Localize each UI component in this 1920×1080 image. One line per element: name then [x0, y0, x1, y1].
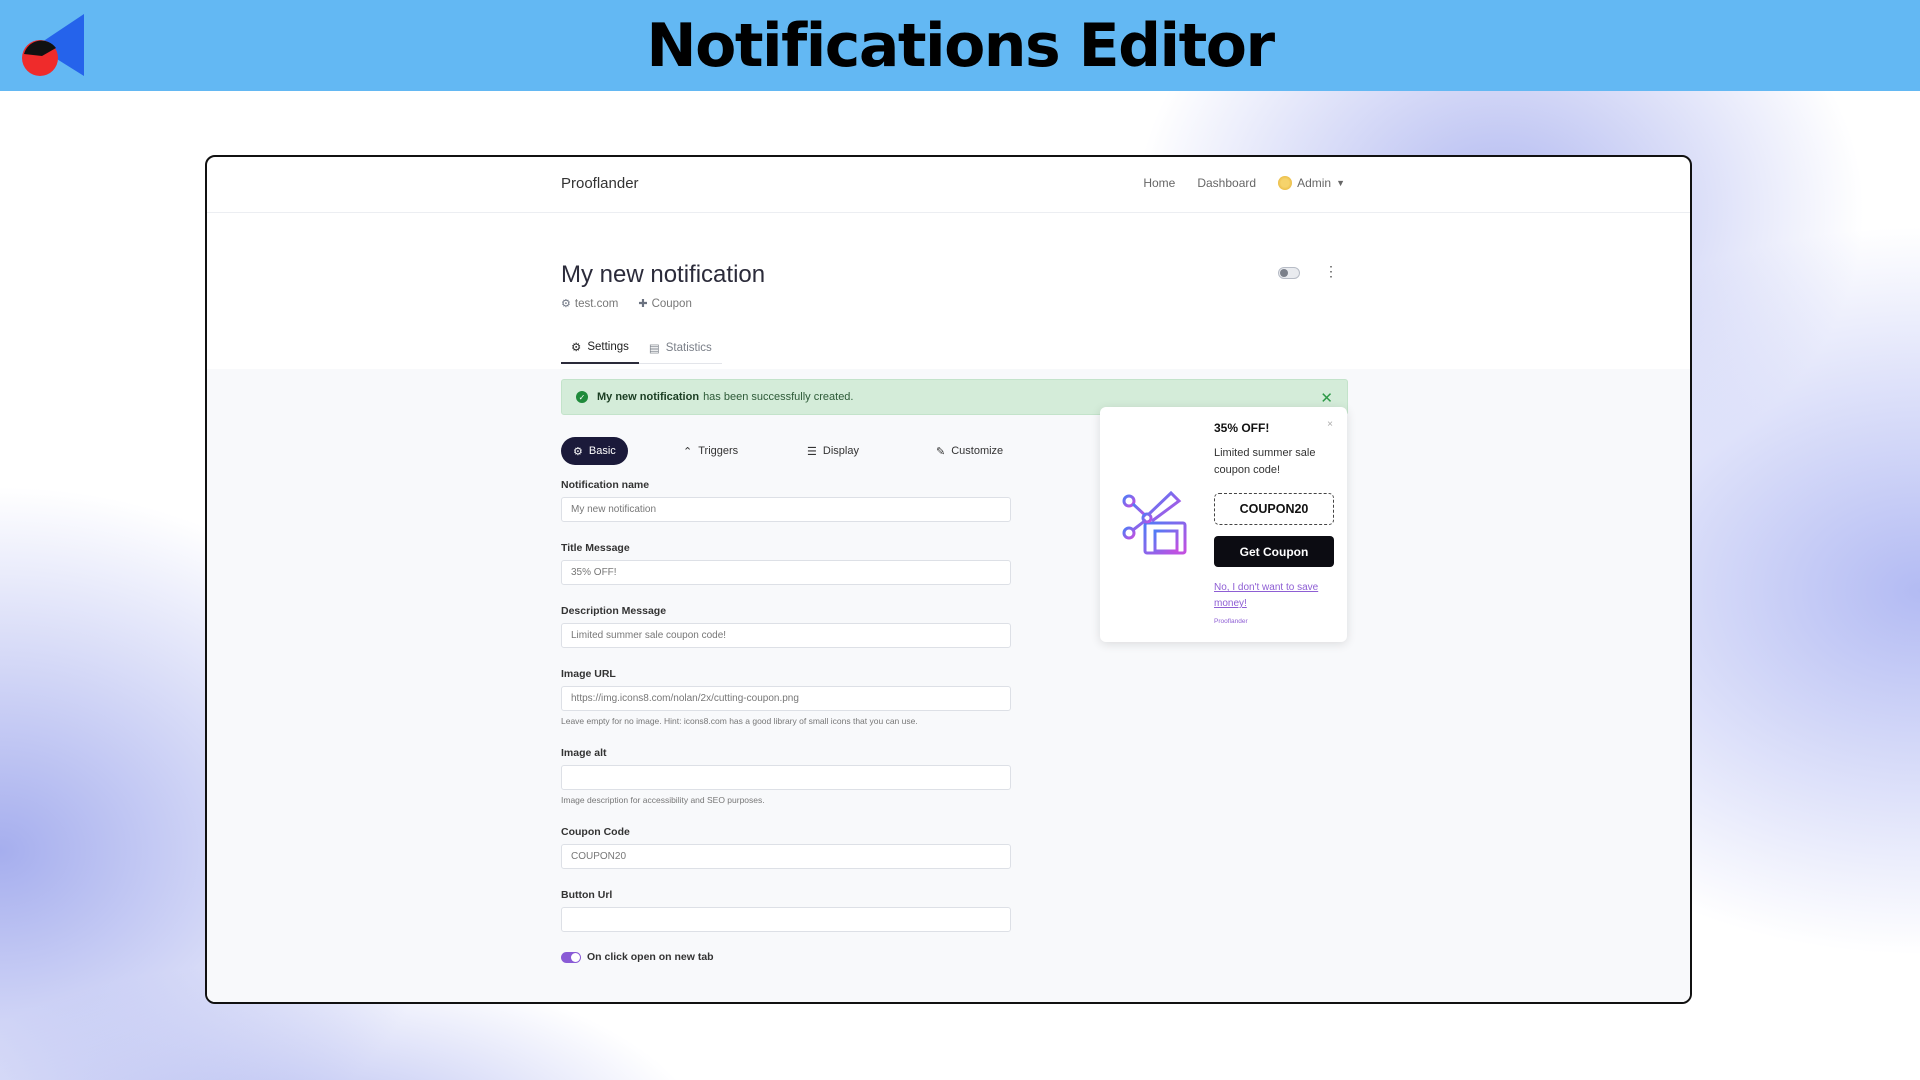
new-tab-label: On click open on new tab	[587, 951, 714, 963]
gears-icon: ⚙	[571, 342, 582, 354]
notification-preview: × 35% OFF! Limited summer sale coupon co…	[1100, 407, 1347, 642]
field-label: Image URL	[561, 668, 616, 680]
close-icon[interactable]: ✕	[1320, 389, 1333, 407]
sliders-icon: ☰	[807, 445, 817, 458]
subtab-triggers[interactable]: ⌃ Triggers	[683, 437, 738, 465]
gear-icon: ⚙	[573, 445, 583, 458]
site-link[interactable]: ⚙ test.com	[561, 297, 618, 310]
alert-text: has been successfully created.	[703, 391, 854, 403]
new-tab-switch-row: On click open on new tab	[561, 951, 714, 963]
field-label: Notification name	[561, 479, 650, 491]
new-tab-toggle[interactable]	[561, 951, 581, 963]
field-image-url: Image URL https://img.icons8.com/nolan/2…	[561, 668, 1011, 726]
preview-brand[interactable]: Prooflander	[1214, 618, 1248, 625]
chevron-up-icon: ⌃	[683, 445, 693, 458]
brush-icon: ✎	[936, 445, 946, 458]
check-circle-icon: ✓	[576, 391, 588, 403]
page-header: My new notification ⚙ test.com ✚ Coupon ⋮ …	[207, 213, 1690, 368]
tab-settings-label: Settings	[587, 341, 629, 353]
title-message-input[interactable]: 35% OFF!	[561, 560, 1011, 585]
type-label: Coupon	[651, 298, 692, 310]
subtab-customize-label: Customize	[951, 445, 1004, 457]
description-message-input[interactable]: Limited summer sale coupon code!	[561, 623, 1011, 648]
app-name[interactable]: Prooflander	[561, 175, 639, 192]
settings-subtabs: ⚙ Basic ⌃ Triggers ☰ Display ✎ Customize	[561, 437, 1011, 465]
page-subline: ⚙ test.com ✚ Coupon	[561, 297, 692, 310]
site-label: test.com	[574, 298, 619, 310]
preview-description: Limited summer sale coupon code!	[1214, 447, 1316, 476]
field-button-url: Button Url	[561, 889, 1011, 932]
image-alt-input[interactable]	[561, 765, 1011, 790]
subtab-customize[interactable]: ✎ Customize	[936, 437, 1003, 465]
navbar: Prooflander Home Dashboard Admin ▼	[207, 157, 1690, 213]
button-url-input[interactable]	[561, 907, 1011, 932]
subtab-triggers-label: Triggers	[698, 445, 739, 457]
field-label: Image alt	[561, 747, 607, 759]
alert-bold-text: My new notification	[597, 391, 700, 403]
field-label: Description Message	[561, 605, 667, 617]
top-banner: Notifications Editor	[0, 0, 1920, 91]
nav-links: Home Dashboard Admin ▼	[1143, 176, 1345, 190]
subtab-basic-label: Basic	[588, 445, 616, 457]
avatar	[1278, 176, 1293, 190]
nav-home-link[interactable]: Home	[1143, 176, 1175, 190]
field-coupon-code: Coupon Code COUPON20	[561, 826, 1011, 869]
subtab-display[interactable]: ☰ Display	[807, 437, 859, 465]
notification-name-input[interactable]: My new notification	[561, 497, 1011, 522]
subtab-display-label: Display	[822, 445, 859, 457]
field-description-message: Description Message Limited summer sale …	[561, 605, 1011, 648]
field-label: Button Url	[561, 889, 613, 901]
banner-title: Notifications Editor	[646, 10, 1275, 81]
caret-down-icon: ▼	[1336, 178, 1345, 188]
field-image-alt: Image alt Image description for accessib…	[561, 747, 1011, 805]
field-label: Title Message	[561, 542, 630, 554]
field-title-message: Title Message 35% OFF!	[561, 542, 1011, 585]
notification-enabled-toggle[interactable]	[1278, 267, 1300, 279]
tab-settings[interactable]: ⚙ Settings	[561, 334, 639, 364]
brand-logo-icon	[22, 14, 84, 76]
preview-close-icon[interactable]: ×	[1327, 419, 1333, 430]
preview-title: 35% OFF!	[1214, 421, 1270, 435]
field-help: Leave empty for no image. Hint: icons8.c…	[561, 716, 918, 726]
admin-label: Admin	[1297, 176, 1332, 190]
puzzle-icon: ✚	[638, 298, 648, 310]
get-coupon-button[interactable]: Get Coupon	[1214, 536, 1334, 567]
decline-link[interactable]: No, I don't want to save money!	[1214, 580, 1329, 612]
image-url-input[interactable]: https://img.icons8.com/nolan/2x/cutting-…	[561, 686, 1011, 711]
field-help: Image description for accessibility and …	[561, 795, 765, 805]
admin-menu[interactable]: Admin ▼	[1278, 176, 1345, 190]
more-options-icon[interactable]: ⋮	[1324, 263, 1338, 280]
cutting-coupon-icon	[1122, 490, 1187, 555]
subtab-basic[interactable]: ⚙ Basic	[561, 437, 628, 465]
type-label-wrap: ✚ Coupon	[638, 297, 692, 310]
page-title: My new notification	[561, 261, 766, 288]
field-notification-name: Notification name My new notification	[561, 479, 1011, 522]
bar-chart-icon: ▤	[648, 342, 660, 355]
nav-dashboard-link[interactable]: Dashboard	[1197, 176, 1256, 190]
field-label: Coupon Code	[561, 826, 630, 838]
main-tabs: ⚙ Settings ▤ Statistics	[561, 334, 722, 364]
settings-content: ✓ My new notification has been successfu…	[207, 369, 1690, 1002]
tab-statistics[interactable]: ▤ Statistics	[638, 334, 722, 364]
coupon-code-input[interactable]: COUPON20	[561, 844, 1011, 869]
app-window: Prooflander Home Dashboard Admin ▼ My ne…	[205, 155, 1692, 1004]
gear-icon: ⚙	[561, 298, 571, 310]
tab-statistics-label: Statistics	[665, 341, 712, 354]
preview-coupon-code[interactable]: COUPON20	[1214, 493, 1334, 525]
